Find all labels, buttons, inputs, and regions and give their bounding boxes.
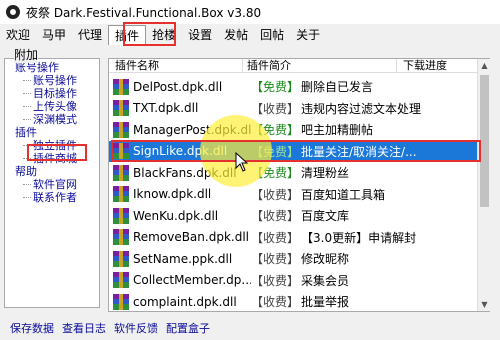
column-header-name[interactable]: 插件名称 (109, 59, 243, 72)
rar-archive-icon (113, 143, 129, 160)
plugin-name: complaint.dpk.dll (133, 294, 237, 309)
plugin-name: SignLike.dpk.dll (133, 144, 228, 159)
plugin-name: ManagerPost.dpk.dll (133, 122, 251, 137)
tree-item-account-ops-sub[interactable]: 账号操作 (5, 74, 99, 87)
scroll-up-arrow-icon[interactable]: ▲ (478, 59, 491, 72)
menu-bar: 欢迎 马甲 代理 插件 抢楼 设置 发帖 回帖 关于 (0, 24, 500, 46)
tree-item-plugin-store[interactable]: 插件商城 (5, 152, 99, 165)
scroll-down-arrow-icon[interactable]: ▼ (478, 298, 491, 311)
plugin-desc: 【3.0更新】申请解封 (301, 230, 417, 245)
plugin-price-tag: 【收费】 (251, 295, 300, 310)
table-row[interactable]: TXT.dpk.dll 【收费】 违规内容过滤文本处理 (109, 98, 477, 120)
menu-welcome[interactable]: 欢迎 (0, 25, 36, 45)
plugin-price-tag: 【收费】 (251, 273, 300, 288)
rar-archive-icon (113, 121, 129, 138)
plugin-desc: 删除自已发言 (301, 80, 374, 95)
rar-archive-icon (113, 250, 129, 267)
plugin-price-tag: 【收费】 (251, 101, 300, 116)
plugin-name: BlackFans.dpk.dll (133, 165, 237, 180)
plugin-name: DelPost.dpk.dll (133, 79, 223, 94)
plugin-list-panel: 插件名称 插件简介 下载进度 DelPost.dpk.dll 【免费】 删除自已… (108, 58, 490, 312)
plugin-desc: 百度知道工具箱 (301, 187, 386, 202)
plugin-desc: 批量关注/取消关注/... (301, 144, 417, 159)
plugin-rows: DelPost.dpk.dll 【免费】 删除自已发言 TXT.dpk.dll … (109, 76, 477, 313)
plugin-price-tag: 【免费】 (251, 80, 300, 95)
menu-plugins[interactable]: 插件 (108, 25, 147, 45)
table-row[interactable]: SetName.ppk.dll 【收费】 修改昵称 (109, 248, 477, 270)
plugin-desc: 违规内容过滤文本处理 (301, 101, 422, 116)
menu-vest[interactable]: 马甲 (36, 25, 72, 45)
plugin-price-tag: 【收费】 (251, 209, 300, 224)
config-box-link[interactable]: 配置盒子 (166, 320, 210, 336)
tree-item-upload-avatar[interactable]: 上传头像 (5, 100, 99, 113)
table-row-selected[interactable]: SignLike.dpk.dll 【免费】 批量关注/取消关注/... (109, 140, 477, 162)
menu-proxy[interactable]: 代理 (72, 25, 108, 45)
plugin-price-tag: 【收费】 (251, 230, 300, 245)
table-row[interactable]: CollectMember.dp... 【收费】 采集会员 (109, 270, 477, 292)
table-row[interactable]: RemoveBan.dpk.dll 【收费】 【3.0更新】申请解封 (109, 227, 477, 249)
left-tree-panel: 账号操作 账号操作 目标操作 上传头像 深渊模式 插件 独立插件 插件商城 帮助… (4, 58, 100, 308)
plugin-desc: 百度文库 (301, 209, 350, 224)
left-panel-header: 附加 (14, 46, 39, 63)
plugin-desc: 批量举报 (301, 295, 350, 310)
table-row[interactable]: ManagerPost.dpk.dll 【免费】 吧主加精删帖 (109, 119, 477, 141)
tree-item-target-ops[interactable]: 目标操作 (5, 87, 99, 100)
plugin-name: TXT.dpk.dll (133, 101, 199, 116)
table-row[interactable]: BlackFans.dpk.dll 【免费】 清理粉丝 (109, 162, 477, 184)
tree-item-official-site[interactable]: 软件官网 (5, 178, 99, 191)
scroll-thumb[interactable] (480, 75, 489, 207)
rar-archive-icon (113, 78, 129, 95)
bottom-link-bar: 保存数据 查看日志 软件反馈 配置盒子 (0, 318, 500, 338)
plugin-name: SetName.ppk.dll (133, 251, 233, 266)
save-data-link[interactable]: 保存数据 (10, 320, 54, 336)
plugin-price-tag: 【免费】 (251, 123, 300, 138)
window-title: 夜祭 Dark.Festival.Functional.Box v3.80 (26, 5, 262, 20)
column-header-desc[interactable]: 插件简介 (243, 59, 397, 72)
rar-archive-icon (113, 186, 129, 203)
list-scrollbar[interactable]: ▲ ▼ (477, 59, 490, 311)
column-header-progress[interactable]: 下载进度 (397, 59, 477, 72)
list-header: 插件名称 插件简介 下载进度 (109, 59, 477, 73)
app-icon (6, 5, 20, 19)
plugin-name: WenKu.dpk.dll (133, 208, 219, 223)
plugin-desc: 采集会员 (301, 273, 350, 288)
menu-grab-floor[interactable]: 抢楼 (146, 25, 182, 45)
tree-item-standalone-plugins[interactable]: 独立插件 (5, 139, 99, 152)
plugin-name: Iknow.dpk.dll (133, 187, 212, 202)
tree-item-contact-author[interactable]: 联系作者 (5, 191, 99, 204)
plugin-price-tag: 【收费】 (251, 187, 300, 202)
table-row[interactable]: WenKu.dpk.dll 【收费】 百度文库 (109, 205, 477, 227)
menu-reply[interactable]: 回帖 (254, 25, 290, 45)
plugin-desc: 清理粉丝 (301, 166, 350, 181)
view-log-link[interactable]: 查看日志 (62, 320, 106, 336)
tree-item-plugins[interactable]: 插件 (5, 126, 99, 139)
tree-item-help[interactable]: 帮助 (5, 165, 99, 178)
menu-about[interactable]: 关于 (290, 25, 326, 45)
menu-post[interactable]: 发帖 (218, 25, 254, 45)
plugin-price-tag: 【免费】 (251, 166, 300, 181)
plugin-price-tag: 【收费】 (251, 252, 300, 267)
table-row[interactable]: DelPost.dpk.dll 【免费】 删除自已发言 (109, 76, 477, 98)
rar-archive-icon (113, 207, 129, 224)
table-row[interactable]: complaint.dpk.dll 【收费】 批量举报 (109, 291, 477, 313)
rar-archive-icon (113, 293, 129, 310)
feedback-link[interactable]: 软件反馈 (114, 320, 158, 336)
rar-archive-icon (113, 229, 129, 246)
rar-archive-icon (113, 164, 129, 181)
title-bar: 夜祭 Dark.Festival.Functional.Box v3.80 (0, 0, 500, 24)
tree-item-abyss-mode[interactable]: 深渊模式 (5, 113, 99, 126)
rar-archive-icon (113, 272, 129, 289)
plugin-name: RemoveBan.dpk.dll (133, 230, 249, 245)
plugin-desc: 修改昵称 (301, 252, 350, 267)
rar-archive-icon (113, 100, 129, 117)
plugin-desc: 吧主加精删帖 (301, 123, 374, 138)
plugin-name: CollectMember.dp... (133, 273, 251, 288)
table-row[interactable]: Iknow.dpk.dll 【收费】 百度知道工具箱 (109, 184, 477, 206)
plugin-price-tag: 【免费】 (251, 144, 300, 159)
menu-settings[interactable]: 设置 (182, 25, 218, 45)
